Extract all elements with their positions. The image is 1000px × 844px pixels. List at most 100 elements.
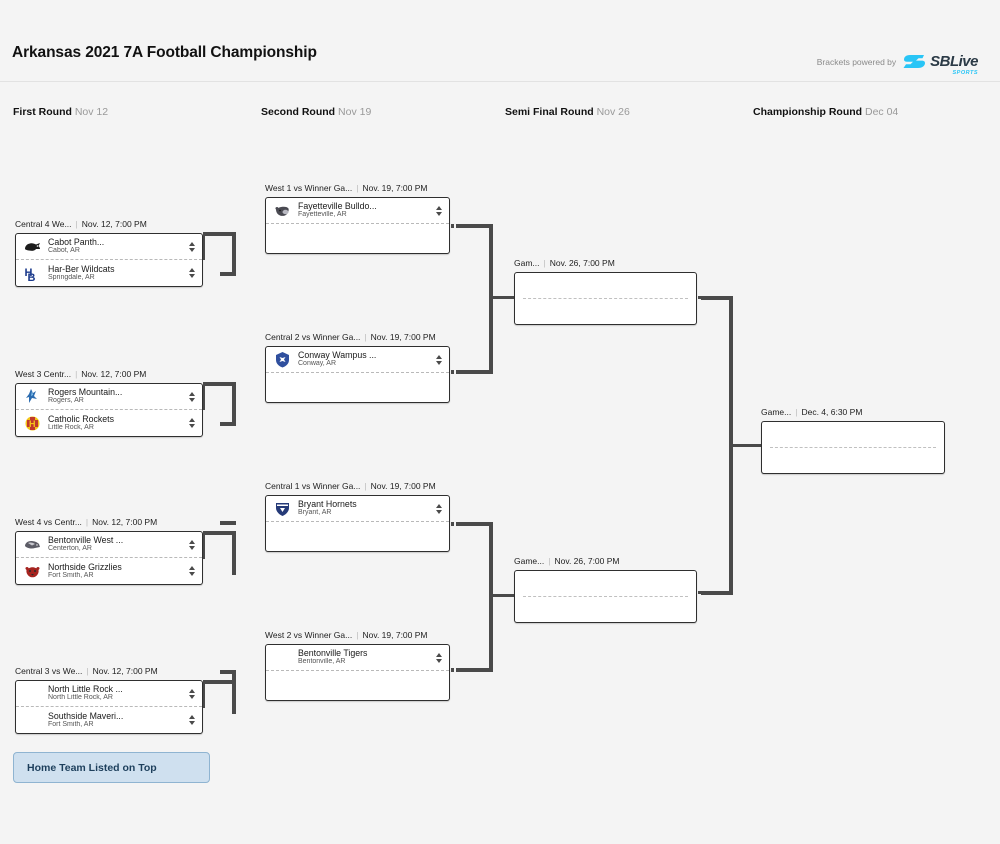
score-stepper[interactable] bbox=[187, 711, 196, 729]
match-card-r2-4[interactable]: West 2 vs Winner Ga... | Nov. 19, 7:00 PM … bbox=[265, 630, 450, 701]
har-ber-hb-logo-icon: HB bbox=[23, 264, 42, 283]
match-body: Bryant Hornets Bryant, AR bbox=[265, 495, 450, 552]
match-card-semi-2[interactable]: Game... | Nov. 26, 7:00 PM bbox=[514, 556, 697, 623]
team-row[interactable]: Conway Wampus ... Conway, AR bbox=[266, 347, 449, 373]
score-stepper[interactable] bbox=[187, 562, 196, 580]
team-row-empty[interactable] bbox=[515, 273, 696, 299]
match-header: Game... | Nov. 26, 7:00 PM bbox=[514, 556, 697, 567]
team-city: Conway, AR bbox=[298, 360, 336, 368]
svg-text:H: H bbox=[29, 419, 36, 429]
match-body bbox=[514, 570, 697, 623]
match-card-championship[interactable]: Game... | Dec. 4, 6:30 PM bbox=[761, 407, 945, 474]
sblive-logo[interactable]: SBLive SPORTS bbox=[903, 54, 978, 75]
score-stepper[interactable] bbox=[434, 649, 443, 667]
team-name: Fayetteville Bulldo... bbox=[298, 202, 377, 212]
score-stepper[interactable] bbox=[434, 202, 443, 220]
team-row[interactable]: HB Har-Ber Wildcats Springdale, AR bbox=[16, 260, 202, 286]
team-row[interactable]: Cabot Panth... Cabot, AR bbox=[16, 234, 202, 260]
match-header: Central 3 vs We... | Nov. 12, 7:00 PM bbox=[15, 666, 203, 677]
svg-text:B: B bbox=[28, 272, 36, 283]
match-label: West 2 vs Winner Ga... bbox=[265, 630, 353, 640]
sblive-sports-sublabel: SPORTS bbox=[952, 69, 978, 76]
match-card-r1-3[interactable]: West 4 vs Centr... | Nov. 12, 7:00 PM Bent… bbox=[15, 517, 203, 585]
match-card-r2-2[interactable]: Central 2 vs Winner Ga... | Nov. 19, 7:00 … bbox=[265, 332, 450, 403]
connector-segment bbox=[232, 232, 236, 276]
match-datetime: Nov. 12, 7:00 PM bbox=[92, 517, 158, 527]
match-label: Gam... bbox=[514, 258, 540, 268]
connector-segment bbox=[232, 531, 236, 575]
score-stepper[interactable] bbox=[187, 264, 196, 282]
score-stepper[interactable] bbox=[187, 685, 196, 703]
team-city: Bentonville, AR bbox=[298, 658, 346, 666]
grizzly-logo-icon bbox=[23, 562, 42, 581]
team-row-empty[interactable] bbox=[266, 522, 449, 548]
score-stepper[interactable] bbox=[187, 388, 196, 406]
team-row-empty[interactable] bbox=[762, 448, 944, 473]
match-body: Rogers Mountain... Rogers, AR H Catholic… bbox=[15, 383, 203, 437]
team-row[interactable]: North Little Rock ... North Little Rock,… bbox=[16, 681, 202, 707]
score-stepper[interactable] bbox=[187, 414, 196, 432]
score-stepper[interactable] bbox=[187, 238, 196, 256]
team-info: Rogers Mountain... Rogers, AR bbox=[48, 388, 184, 405]
round-name: Second Round bbox=[261, 106, 336, 118]
match-card-semi-1[interactable]: Gam... | Nov. 26, 7:00 PM bbox=[514, 258, 697, 325]
score-stepper[interactable] bbox=[434, 500, 443, 518]
team-row-empty[interactable] bbox=[266, 671, 449, 697]
match-header: West 3 Centr... | Nov. 12, 7:00 PM bbox=[15, 369, 203, 380]
match-card-r1-2[interactable]: West 3 Centr... | Nov. 12, 7:00 PM Rogers … bbox=[15, 369, 203, 437]
match-datetime: Nov. 12, 7:00 PM bbox=[81, 369, 147, 379]
match-body: Fayetteville Bulldo... Fayetteville, AR bbox=[265, 197, 450, 254]
connector-segment bbox=[451, 224, 454, 228]
match-card-r1-1[interactable]: Central 4 We... | Nov. 12, 7:00 PM Cabot P… bbox=[15, 219, 203, 287]
round-date: Nov 19 bbox=[338, 106, 372, 118]
match-label: Game... bbox=[514, 556, 545, 566]
connector-segment bbox=[220, 670, 236, 674]
score-stepper[interactable] bbox=[187, 536, 196, 554]
team-row[interactable]: Northside Grizzlies Fort Smith, AR bbox=[16, 558, 202, 584]
team-row[interactable]: Southside Maveri... Fort Smith, AR bbox=[16, 707, 202, 733]
team-row[interactable]: Rogers Mountain... Rogers, AR bbox=[16, 384, 202, 410]
match-separator: | bbox=[356, 630, 359, 640]
match-header: Gam... | Nov. 26, 7:00 PM bbox=[514, 258, 697, 269]
team-row-empty[interactable] bbox=[515, 299, 696, 324]
match-separator: | bbox=[356, 183, 359, 193]
team-city: Rogers, AR bbox=[48, 397, 84, 405]
match-datetime: Nov. 26, 7:00 PM bbox=[549, 258, 615, 268]
team-row[interactable]: Fayetteville Bulldo... Fayetteville, AR bbox=[266, 198, 449, 224]
team-row[interactable]: Bryant Hornets Bryant, AR bbox=[266, 496, 449, 522]
team-row-empty[interactable] bbox=[762, 422, 944, 448]
team-row[interactable]: Bentonville West ... Centerton, AR bbox=[16, 532, 202, 558]
team-city: Bryant, AR bbox=[298, 509, 332, 517]
match-card-r1-4[interactable]: Central 3 vs We... | Nov. 12, 7:00 PM Nort… bbox=[15, 666, 203, 734]
team-row-empty[interactable] bbox=[266, 373, 449, 399]
team-logo-placeholder-icon bbox=[23, 711, 42, 730]
team-name: Southside Maveri... bbox=[48, 711, 124, 721]
match-card-r2-3[interactable]: Central 1 vs Winner Ga... | Nov. 19, 7:00 … bbox=[265, 481, 450, 552]
connector-segment bbox=[698, 591, 701, 594]
match-header: Game... | Dec. 4, 6:30 PM bbox=[761, 407, 945, 418]
connector-segment bbox=[451, 522, 454, 526]
team-row[interactable]: Bentonville Tigers Bentonville, AR bbox=[266, 645, 449, 671]
match-body: Conway Wampus ... Conway, AR bbox=[265, 346, 450, 403]
team-name: Catholic Rockets bbox=[48, 414, 115, 424]
team-row-empty[interactable] bbox=[515, 597, 696, 622]
team-row-empty[interactable] bbox=[515, 571, 696, 597]
mountaineer-logo-icon bbox=[23, 387, 42, 406]
match-datetime: Nov. 12, 7:00 PM bbox=[81, 219, 147, 229]
match-label: West 3 Centr... bbox=[15, 369, 72, 379]
team-row[interactable]: H Catholic Rockets Little Rock, AR bbox=[16, 410, 202, 436]
match-body bbox=[514, 272, 697, 325]
team-info: North Little Rock ... North Little Rock,… bbox=[48, 685, 184, 702]
match-card-r2-1[interactable]: West 1 vs Winner Ga... | Nov. 19, 7:00 PM … bbox=[265, 183, 450, 254]
powered-by-label: Brackets powered by bbox=[816, 56, 897, 67]
team-row-empty[interactable] bbox=[266, 224, 449, 250]
match-datetime: Nov. 12, 7:00 PM bbox=[92, 666, 158, 676]
connector-segment bbox=[232, 670, 236, 714]
sblive-mark-icon bbox=[903, 54, 927, 69]
round-label-first: First Round Nov 12 bbox=[13, 106, 108, 118]
page-header: Arkansas 2021 7A Football Championship B… bbox=[0, 44, 1000, 82]
round-name: Championship Round bbox=[753, 106, 863, 118]
match-header: West 1 vs Winner Ga... | Nov. 19, 7:00 PM bbox=[265, 183, 450, 194]
match-label: West 1 vs Winner Ga... bbox=[265, 183, 353, 193]
score-stepper[interactable] bbox=[434, 351, 443, 369]
